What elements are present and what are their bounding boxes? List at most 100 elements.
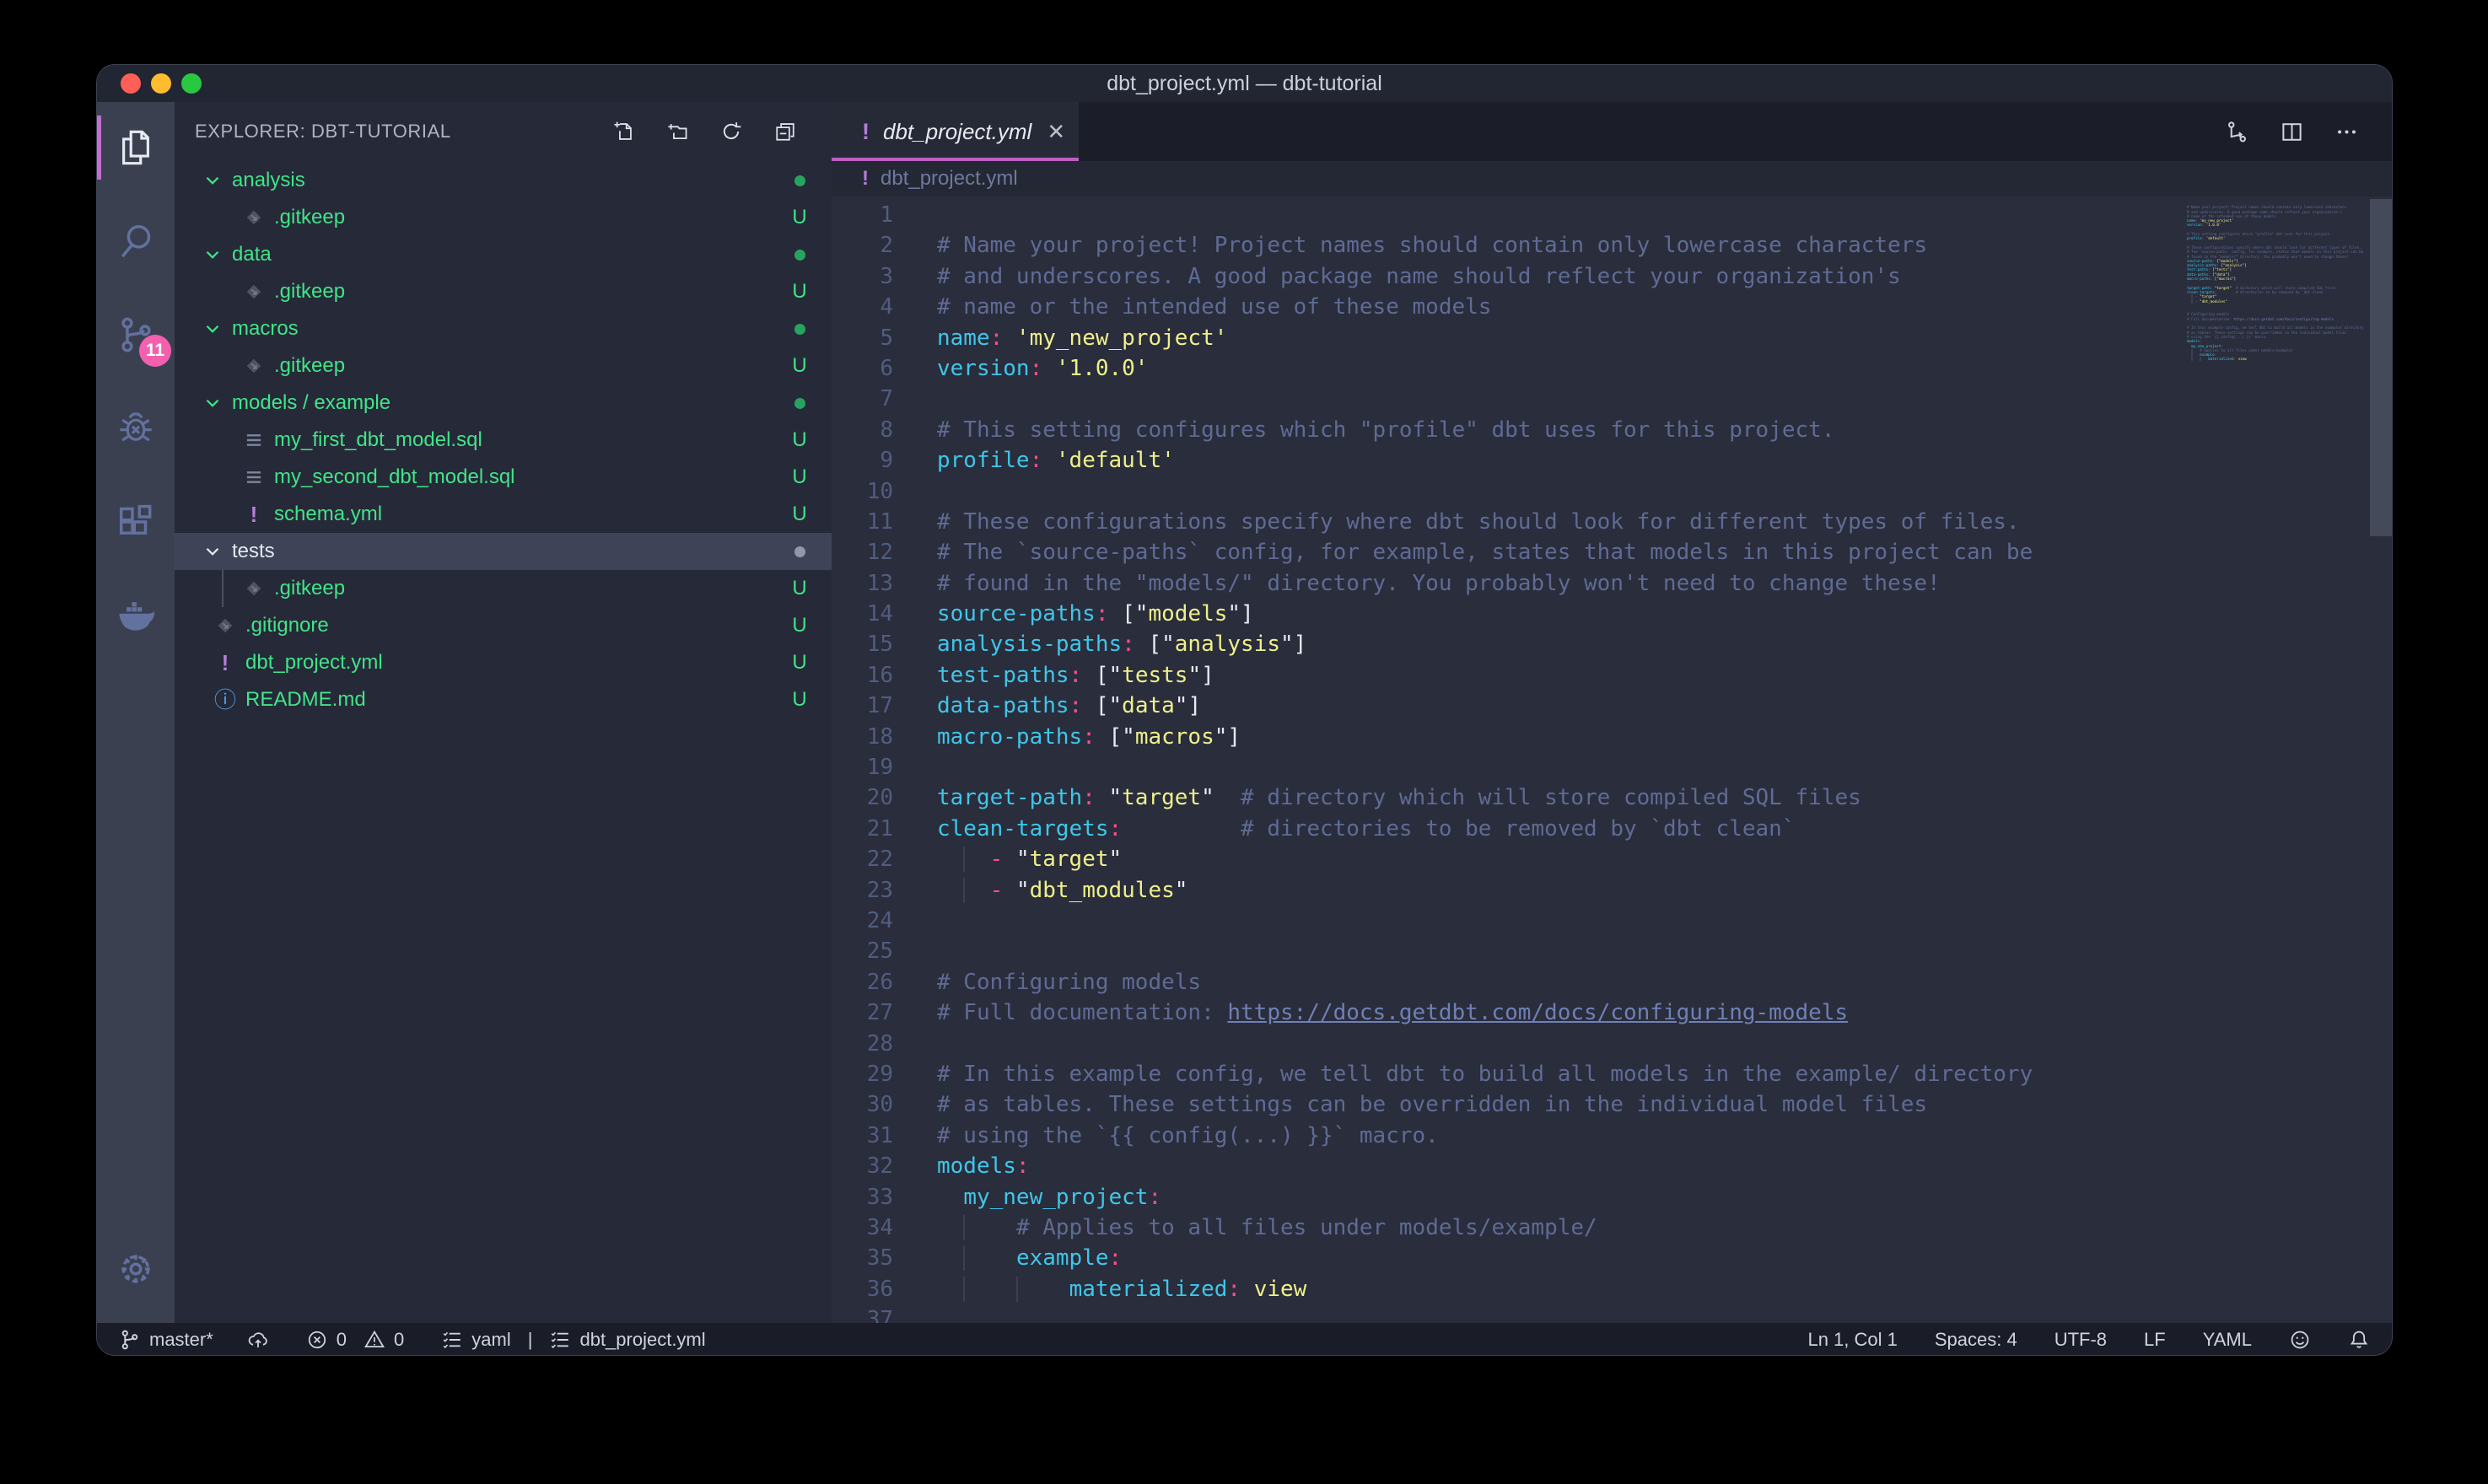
new-file-icon[interactable]	[612, 121, 634, 142]
more-actions-icon[interactable]	[2335, 121, 2358, 143]
tree-item-macros[interactable]: macros	[175, 310, 832, 347]
code-line: 1	[832, 200, 2392, 230]
code-line: 12# The `source-paths` config, for examp…	[832, 537, 2392, 567]
code-line: 15analysis-paths: ["analysis"]	[832, 629, 2392, 659]
explorer-header: EXPLORER: DBT-TUTORIAL	[195, 121, 451, 142]
code-key: data-paths	[2187, 272, 2208, 277]
git-branch-status[interactable]: master*	[119, 1329, 213, 1351]
code-token: :	[1082, 785, 1096, 810]
code-token	[2191, 357, 2200, 361]
code-token	[963, 1245, 1016, 1271]
untracked-badge: U	[781, 428, 818, 452]
untracked-badge: U	[781, 577, 818, 600]
tree-item--gitkeep[interactable]: .gitkeepU	[175, 273, 832, 310]
code-key: my_new_project	[963, 1185, 1148, 1210]
encoding-status[interactable]: UTF-8	[2054, 1329, 2107, 1351]
cursor-position[interactable]: Ln 1, Col 1	[1807, 1329, 1897, 1351]
code-editor[interactable]: 12# Name your project! Project names sho…	[832, 196, 2392, 1323]
tree-item-analysis[interactable]: analysis	[175, 162, 832, 199]
tree-item--gitignore[interactable]: .gitignoreU	[175, 607, 832, 644]
code-token: "]	[2227, 267, 2232, 272]
code-string: tests	[1122, 663, 1187, 688]
code-token: "	[1201, 785, 1214, 810]
chevron-down-icon	[202, 244, 223, 266]
explorer-icon[interactable]	[97, 109, 175, 186]
code-token: "]	[1227, 601, 1253, 626]
tree-item-data[interactable]: data	[175, 236, 832, 273]
source-control-icon[interactable]: 11	[97, 296, 175, 374]
split-editor-icon[interactable]	[2281, 121, 2303, 143]
eol-status[interactable]: LF	[2144, 1329, 2166, 1351]
code-string: tests	[2216, 267, 2227, 272]
language-mode[interactable]: YAML	[2203, 1329, 2252, 1351]
docker-icon[interactable]	[97, 577, 175, 654]
code-key: source-paths	[2187, 259, 2212, 263]
breadcrumb: ! dbt_project.yml	[832, 161, 2392, 196]
code-line: 23 - "dbt_modules"	[832, 875, 2392, 906]
line-number: 26	[832, 967, 917, 997]
tree-item-dbt-project-yml[interactable]: !dbt_project.ymlU	[175, 644, 832, 681]
yaml-schema-status[interactable]: yaml | dbt_project.yml	[441, 1329, 705, 1351]
refresh-icon[interactable]	[720, 121, 742, 142]
code-token: "]	[2225, 272, 2229, 277]
collapse-all-icon[interactable]	[774, 121, 796, 142]
extensions-icon[interactable]	[97, 483, 175, 561]
tree-item-label: .gitkeep	[274, 354, 345, 378]
search-icon[interactable]	[97, 202, 175, 280]
line-number: 7	[832, 384, 917, 414]
tree-item--gitkeep[interactable]: .gitkeepU	[175, 199, 832, 236]
tree-item-my-second-dbt-model-sql[interactable]: my_second_dbt_model.sqlU	[175, 459, 832, 496]
code-line: 31# using the `{{ config(...) }}` macro.	[832, 1121, 2392, 1151]
window-controls	[121, 73, 202, 94]
tree-item-my-first-dbt-model-sql[interactable]: my_first_dbt_model.sqlU	[175, 422, 832, 459]
code-comment: # This setting configures which "profile…	[2187, 232, 2331, 236]
editor-scrollbar[interactable]	[2370, 199, 2392, 536]
publish-changes-button[interactable]	[247, 1329, 269, 1351]
code-comment: # Configuring models	[2187, 312, 2229, 316]
code-key: test-paths	[937, 663, 1069, 688]
problems-status[interactable]: 0 0	[306, 1329, 405, 1351]
new-folder-icon[interactable]	[666, 121, 688, 142]
code-lines: 12# Name your project! Project names sho…	[832, 200, 2392, 1323]
code-key: clean-targets	[2187, 290, 2215, 294]
code-token: :	[2215, 352, 2217, 357]
gear-icon[interactable]	[97, 1230, 175, 1308]
tree-item-tests[interactable]: tests	[175, 533, 832, 570]
minimize-window-button[interactable]	[151, 73, 171, 94]
debug-icon[interactable]	[97, 390, 175, 467]
line-number: 9	[832, 445, 917, 476]
code-token	[937, 1245, 963, 1271]
compare-changes-icon[interactable]	[2226, 121, 2248, 143]
folder-status-dot	[781, 243, 818, 266]
minimap[interactable]: # Name your project! Project names shoul…	[2187, 201, 2369, 420]
untracked-badge: U	[781, 354, 818, 378]
tree-item-models-example[interactable]: models / example	[175, 384, 832, 422]
code-key: version	[2187, 223, 2202, 227]
tree-item-readme-md[interactable]: ⓘREADME.mdU	[175, 681, 832, 718]
close-window-button[interactable]	[121, 73, 141, 94]
line-number: 10	[832, 476, 917, 507]
line-number: 14	[832, 599, 917, 629]
breadcrumb-file[interactable]: dbt_project.yml	[880, 167, 1018, 191]
close-tab-icon[interactable]: ✕	[1047, 119, 1065, 145]
bell-icon[interactable]	[2348, 1329, 2370, 1351]
chevron-down-icon	[202, 392, 223, 414]
line-number: 33	[832, 1182, 917, 1212]
tree-item-schema-yml[interactable]: !schema.ymlU	[175, 496, 832, 533]
code-token	[1082, 663, 1096, 688]
zoom-window-button[interactable]	[181, 73, 202, 94]
activity-bar: 11	[97, 102, 175, 1323]
indentation-status[interactable]: Spaces: 4	[1935, 1329, 2017, 1351]
code-key: target-path	[2187, 286, 2211, 290]
code-comment: # Applies to all files under models/exam…	[1016, 1215, 1597, 1240]
tree-item--gitkeep[interactable]: .gitkeepU	[175, 570, 832, 607]
code-token	[937, 1185, 963, 1210]
code-token	[1096, 724, 1109, 750]
tree-item--gitkeep[interactable]: .gitkeep U	[175, 347, 832, 384]
line-number: 24	[832, 906, 917, 936]
code-string: '1.0.0'	[2206, 223, 2221, 227]
line-number: 4	[832, 292, 917, 322]
tab-dbt-project-yml[interactable]: ! dbt_project.yml ✕	[832, 102, 1079, 161]
feedback-smiley-icon[interactable]	[2289, 1329, 2311, 1351]
tree-item-label: analysis	[232, 169, 305, 192]
